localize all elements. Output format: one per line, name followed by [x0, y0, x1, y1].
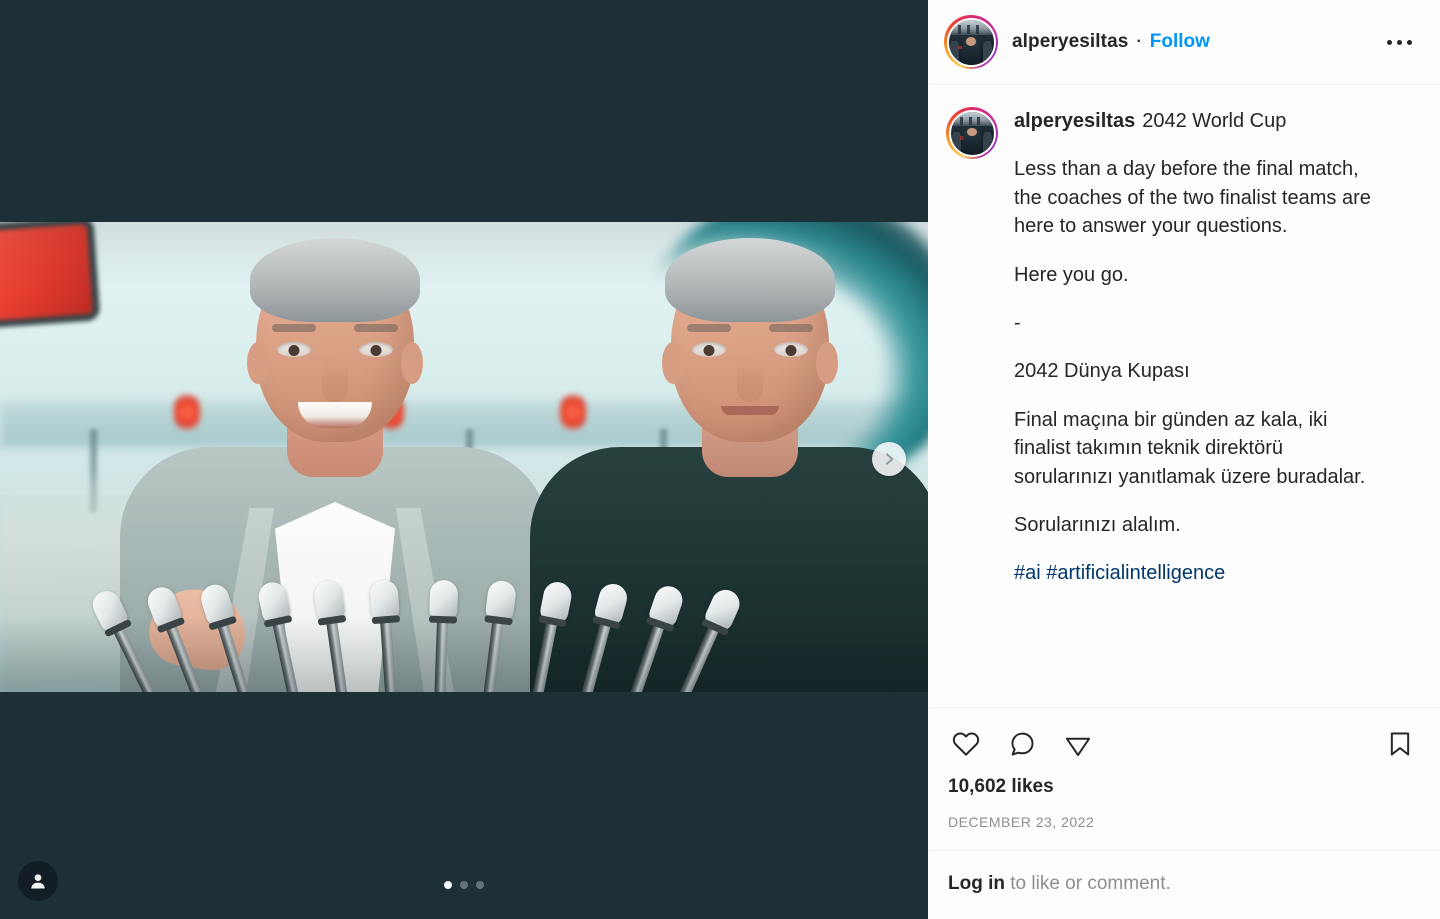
post-timestamp: DECEMBER 23, 2022 — [948, 814, 1095, 830]
caption-paragraph: 2042 Dünya Kupası — [1014, 360, 1190, 383]
carousel-next-button[interactable] — [872, 442, 906, 476]
caption-paragraph: Sorularınızı alalım. — [1014, 513, 1181, 536]
username-separator: · — [1136, 33, 1142, 50]
caption-paragraph: Final maçına bir günden az kala, iki fin… — [1014, 408, 1366, 488]
caption-text: alperyesiltas 2042 World Cup Less than a … — [1014, 107, 1382, 588]
comment-button[interactable] — [1004, 726, 1040, 762]
like-button[interactable] — [948, 726, 984, 762]
post-panel: alperyesiltas · Follow alperyesiltas 204… — [928, 0, 1440, 919]
bookmark-icon — [1390, 732, 1410, 756]
share-paper-plane-icon — [1065, 737, 1091, 757]
caption-paragraph: Here you go. — [1014, 263, 1129, 286]
person-icon — [31, 874, 45, 889]
save-button[interactable] — [1382, 726, 1418, 762]
more-options-button[interactable] — [1379, 32, 1420, 53]
caption-avatar[interactable] — [946, 107, 998, 159]
login-link[interactable]: Log in — [948, 873, 1005, 894]
comment-icon — [1011, 732, 1034, 756]
carousel-dot[interactable] — [476, 881, 484, 889]
caption-paragraph: Less than a day before the final match, … — [1014, 158, 1371, 238]
caption-hashtags[interactable]: #ai #artificialintelligence — [1014, 559, 1382, 587]
post-username[interactable]: alperyesiltas — [1012, 31, 1128, 53]
carousel-dot[interactable] — [444, 881, 452, 889]
ellipsis-icon — [1407, 39, 1412, 45]
caption-paragraph: - — [1014, 311, 1021, 334]
microphone-row — [0, 542, 928, 692]
login-prompt-rest: to like or comment. — [1004, 873, 1171, 894]
photo-red-board — [0, 223, 93, 323]
profile-avatar[interactable] — [944, 15, 998, 69]
heart-icon — [952, 732, 980, 756]
caption-scroll-area[interactable]: alperyesiltas 2042 World Cup Less than a … — [928, 85, 1440, 707]
post-header: alperyesiltas · Follow — [928, 0, 1440, 85]
viewer-profile-badge[interactable] — [18, 861, 58, 901]
media-pane — [0, 0, 928, 919]
caption-title: 2042 World Cup — [1142, 110, 1287, 132]
post-photo[interactable] — [0, 222, 928, 692]
follow-button[interactable]: Follow — [1150, 31, 1210, 53]
ellipsis-icon — [1397, 39, 1402, 45]
instagram-post-page: alperyesiltas · Follow alperyesiltas 204… — [0, 0, 1440, 919]
likes-count[interactable]: 10,602 likes — [928, 762, 1440, 798]
carousel-dot[interactable] — [460, 881, 468, 889]
chevron-right-icon — [886, 453, 894, 465]
carousel-dots — [0, 881, 928, 889]
caption-username[interactable]: alperyesiltas — [1014, 110, 1135, 132]
share-button[interactable] — [1060, 726, 1096, 762]
post-action-bar — [928, 707, 1440, 762]
login-prompt: Log in to like or comment. — [928, 850, 1440, 919]
ellipsis-icon — [1387, 39, 1392, 45]
